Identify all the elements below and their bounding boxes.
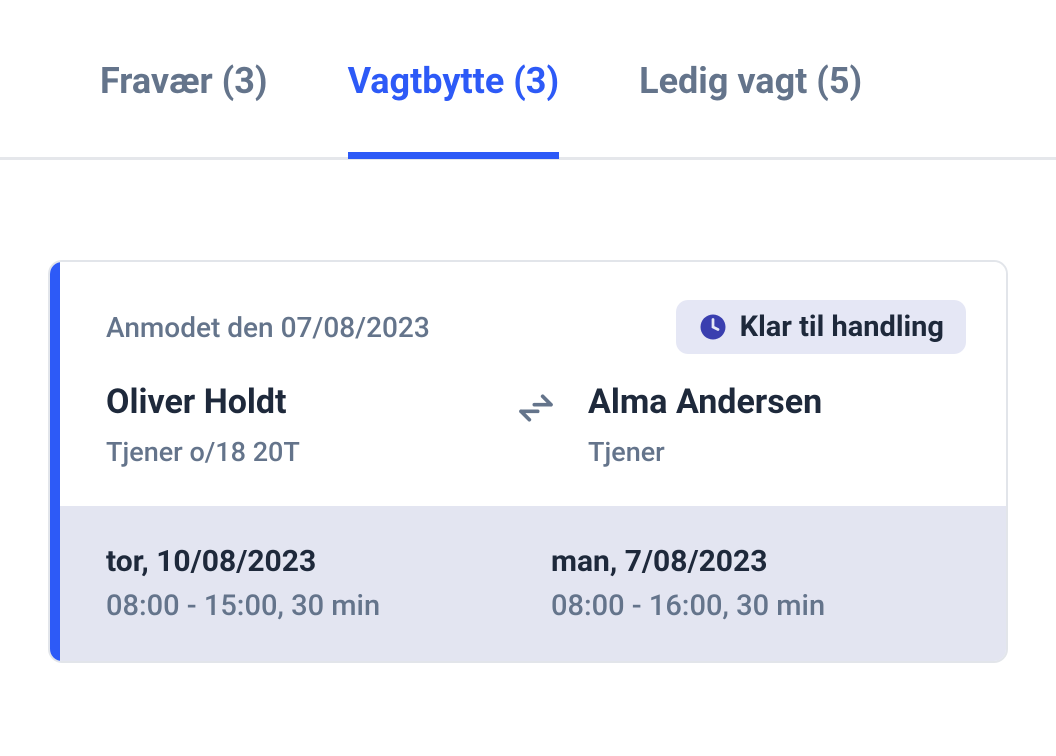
shift-right-date: man, 7/08/2023	[551, 544, 966, 579]
shift-left: tor, 10/08/2023 08:00 - 15:00, 30 min	[106, 544, 521, 623]
shift-swap-card[interactable]: Anmodet den 07/08/2023 Klar til handling…	[48, 260, 1008, 663]
people-row: Oliver Holdt Tjener o/18 20T Alma Anders…	[106, 382, 966, 468]
person-left: Oliver Holdt Tjener o/18 20T	[106, 382, 484, 468]
person-right-name: Alma Andersen	[588, 382, 966, 422]
tab-ledig-vagt[interactable]: Ledig vagt (5)	[639, 60, 862, 156]
tab-vagtbytte[interactable]: Vagtbytte (3)	[348, 60, 560, 156]
tabs-container: Fravær (3) Vagtbytte (3) Ledig vagt (5)	[0, 0, 1056, 160]
status-badge-text: Klar til handling	[740, 310, 944, 344]
card-top-section: Anmodet den 07/08/2023 Klar til handling…	[50, 262, 1006, 506]
person-left-role: Tjener o/18 20T	[106, 436, 484, 468]
card-header: Anmodet den 07/08/2023 Klar til handling	[106, 300, 966, 354]
person-right: Alma Andersen Tjener	[588, 382, 966, 468]
shift-left-time: 08:00 - 15:00, 30 min	[106, 589, 521, 623]
person-left-name: Oliver Holdt	[106, 382, 484, 422]
clock-icon	[698, 312, 728, 342]
person-right-role: Tjener	[588, 436, 966, 468]
shift-right: man, 7/08/2023 08:00 - 16:00, 30 min	[551, 544, 966, 623]
swap-icon	[514, 388, 558, 428]
shift-left-date: tor, 10/08/2023	[106, 544, 521, 579]
shift-right-time: 08:00 - 16:00, 30 min	[551, 589, 966, 623]
tab-fravaer[interactable]: Fravær (3)	[100, 60, 268, 156]
status-badge: Klar til handling	[676, 300, 966, 354]
requested-date-text: Anmodet den 07/08/2023	[106, 311, 430, 344]
card-bottom-section: tor, 10/08/2023 08:00 - 15:00, 30 min ma…	[50, 506, 1006, 661]
content-area: Anmodet den 07/08/2023 Klar til handling…	[0, 160, 1056, 663]
